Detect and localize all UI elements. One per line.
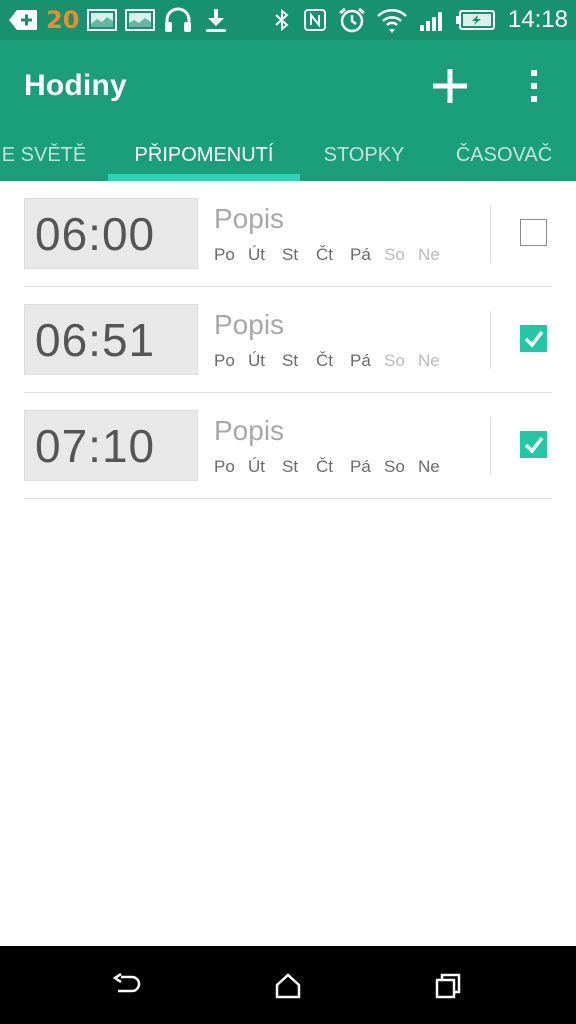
- app-title: Hodiny: [24, 69, 127, 102]
- day-label: Čt: [316, 245, 333, 264]
- day-label: St: [282, 457, 299, 476]
- home-icon: [275, 973, 301, 999]
- day-label: Po: [214, 351, 235, 370]
- day-label: Út: [248, 457, 265, 476]
- back-icon: [112, 973, 141, 993]
- bluetooth-icon: [272, 7, 292, 33]
- alarm-days: Po Út St Čt Pá So Ne: [214, 351, 453, 371]
- day-label: Po: [214, 245, 235, 264]
- alarm-time[interactable]: 06:00: [24, 198, 198, 269]
- alarm-list: 06:00 Popis Po Út St Čt Pá So Ne 06:51 P…: [0, 181, 576, 499]
- nfc-icon: [302, 7, 328, 33]
- status-bar: 20 14:18: [0, 0, 576, 40]
- day-label: Po: [214, 457, 235, 476]
- row-divider: [490, 417, 491, 475]
- status-time: 14:18: [507, 6, 568, 33]
- day-label: St: [282, 351, 299, 370]
- add-icon: [433, 69, 467, 103]
- day-label: Ne: [418, 457, 440, 476]
- add-alarm-button[interactable]: [418, 54, 482, 118]
- tab-world-clock[interactable]: E SVĚTĚ: [0, 132, 92, 181]
- row-divider: [490, 311, 491, 369]
- checkmark-icon: [524, 330, 543, 348]
- status-right: 14:18: [272, 6, 568, 34]
- day-label: Pá: [350, 457, 371, 476]
- row-divider: [490, 205, 491, 263]
- alarm-description: Popis: [214, 415, 285, 446]
- home-button[interactable]: [268, 966, 308, 1006]
- battery-charging-icon: [455, 7, 496, 33]
- alarm-toggle-checkbox[interactable]: [520, 431, 547, 458]
- overflow-menu-icon: [531, 70, 537, 102]
- alarm-time[interactable]: 07:10: [24, 410, 198, 481]
- alarm-description: Popis: [214, 309, 285, 340]
- alarm-description: Popis: [214, 203, 285, 234]
- recents-button[interactable]: [428, 966, 468, 1006]
- day-label: So: [384, 245, 405, 264]
- day-label: Čt: [316, 351, 333, 370]
- action-bar: Hodiny: [0, 40, 576, 132]
- alarm-row[interactable]: 06:00 Popis Po Út St Čt Pá So Ne: [24, 181, 552, 287]
- day-label: So: [384, 457, 405, 476]
- tab-stopwatch[interactable]: STOPKY: [312, 132, 416, 181]
- headphones-icon: [163, 7, 193, 33]
- alarm-days: Po Út St Čt Pá So Ne: [214, 457, 453, 477]
- tab-timer[interactable]: ČASOVAČ: [444, 132, 564, 181]
- download-icon: [201, 7, 231, 33]
- alarm-icon: [338, 7, 366, 33]
- status-left: 20: [8, 6, 231, 34]
- day-label: So: [384, 351, 405, 370]
- recents-icon: [435, 973, 461, 999]
- day-label: Ne: [418, 245, 440, 264]
- day-label: Ne: [418, 351, 440, 370]
- picture-icon: [125, 7, 156, 33]
- picture-icon: [87, 7, 118, 33]
- back-button[interactable]: [107, 966, 147, 1006]
- day-label: St: [282, 245, 299, 264]
- alarm-row[interactable]: 07:10 Popis Po Út St Čt Pá So Ne: [24, 393, 552, 499]
- alarm-time[interactable]: 06:51: [24, 304, 198, 375]
- plus-back-icon: [8, 7, 38, 33]
- signal-icon: [418, 7, 446, 33]
- overflow-menu-button[interactable]: [502, 54, 566, 118]
- day-label: Čt: [316, 457, 333, 476]
- day-label: Pá: [350, 245, 371, 264]
- alarm-toggle-checkbox[interactable]: [520, 325, 547, 352]
- checkmark-icon: [524, 436, 543, 454]
- alarm-row[interactable]: 06:51 Popis Po Út St Čt Pá So Ne: [24, 287, 552, 393]
- navigation-bar: [0, 946, 576, 1024]
- tab-indicator: [108, 174, 300, 181]
- wifi-icon: [376, 7, 408, 33]
- day-label: Út: [248, 351, 265, 370]
- action-bar-actions: [418, 54, 576, 118]
- alarm-days: Po Út St Čt Pá So Ne: [214, 245, 453, 265]
- alarm-toggle-checkbox[interactable]: [520, 219, 547, 246]
- notification-count: 20: [46, 6, 80, 34]
- day-label: Út: [248, 245, 265, 264]
- day-label: Pá: [350, 351, 371, 370]
